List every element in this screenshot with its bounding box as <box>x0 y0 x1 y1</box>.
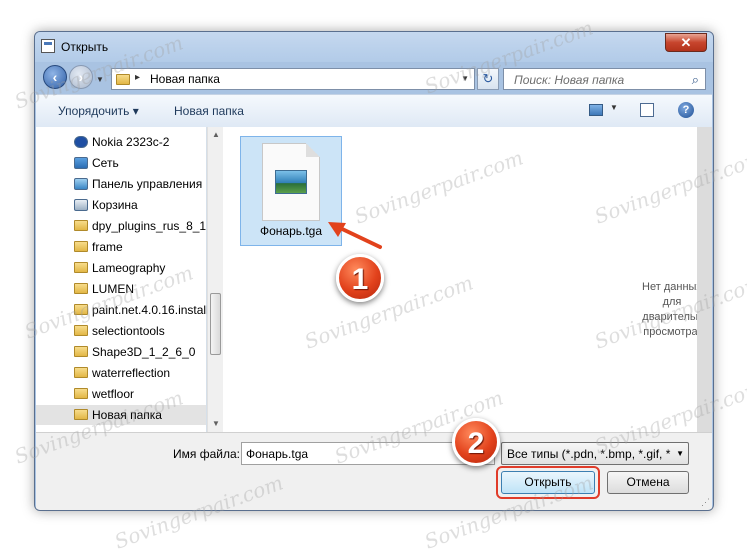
preview-pane-icon[interactable] <box>640 103 654 117</box>
nav-item-label: Панель управления <box>92 177 203 191</box>
address-dropdown-icon[interactable]: ▼ <box>461 74 469 83</box>
nav-item[interactable]: frame <box>36 237 206 257</box>
back-arrow-icon[interactable]: ‹ <box>43 65 67 89</box>
image-file-icon <box>262 143 320 221</box>
folder-icon <box>116 74 130 85</box>
step-badge-1: 1 <box>336 254 384 302</box>
nav-item[interactable]: selectiontools <box>36 321 206 341</box>
folder-icon <box>74 220 88 231</box>
folder-icon <box>74 262 88 273</box>
filename-value: Фонарь.tga <box>246 447 309 461</box>
cancel-button[interactable]: Отмена <box>607 471 689 494</box>
nav-item[interactable]: Nokia 2323c-2 <box>36 132 206 152</box>
scroll-up-arrow-icon[interactable]: ▲ <box>208 127 224 143</box>
navigation-pane: Nokia 2323c-2 Сеть Панель управления Корзин… <box>36 127 209 432</box>
file-type-select[interactable]: Все типы (*.pdn, *.bmp, *.gif, * ▼ <box>501 442 689 465</box>
filename-label: Имя файла: <box>173 447 240 461</box>
search-input[interactable]: Поиск: Новая папка ⌕ <box>503 68 706 90</box>
file-type-value: Все типы (*.pdn, *.bmp, *.gif, * <box>507 447 671 461</box>
folder-icon <box>74 241 88 252</box>
new-folder-button[interactable]: Новая папка <box>174 104 244 118</box>
network-icon <box>74 157 88 169</box>
folder-icon <box>74 346 88 357</box>
nav-item[interactable]: wetfloor <box>36 384 206 404</box>
folder-icon <box>74 325 88 336</box>
nav-item-label: dpy_plugins_rus_8_1 <box>92 219 207 233</box>
scroll-thumb[interactable] <box>210 293 221 355</box>
folder-icon <box>74 304 88 315</box>
help-icon[interactable]: ? <box>678 102 694 118</box>
folder-icon <box>74 409 88 420</box>
nav-item-label: frame <box>92 240 123 254</box>
nav-item-label: Shape3D_1_2_6_0 <box>92 345 196 359</box>
bluetooth-icon <box>74 136 88 148</box>
step-badge-2: 2 <box>452 418 500 466</box>
nav-item-label: waterreflection <box>92 366 171 380</box>
history-dropdown-icon[interactable]: ▼ <box>96 75 104 84</box>
file-type-dropdown-icon[interactable]: ▼ <box>676 449 684 458</box>
folder-icon <box>74 283 88 294</box>
image-preview-icon <box>275 170 307 194</box>
nav-item[interactable]: Панель управления <box>36 174 206 194</box>
scroll-down-arrow-icon[interactable]: ▼ <box>208 416 224 432</box>
nav-item[interactable]: LUMEN <box>36 279 206 299</box>
nav-item[interactable]: Shape3D_1_2_6_0 <box>36 342 206 362</box>
nav-item-label: Nokia 2323c-2 <box>92 135 170 149</box>
path-separator-icon[interactable]: ▸ <box>135 72 140 83</box>
recycle-bin-icon <box>74 199 88 211</box>
dialog-footer: Имя файла: Фонарь.tga Все типы (*.pdn, *… <box>36 432 712 510</box>
nav-item[interactable]: waterreflection <box>36 363 206 383</box>
nav-item[interactable]: dpy_plugins_rus_8_1 <box>36 216 206 236</box>
organize-menu-button[interactable]: Упорядочить ▾ <box>58 104 139 118</box>
nav-item[interactable]: Lameography <box>36 258 206 278</box>
title-bar[interactable]: Открыть ✕ <box>35 32 713 62</box>
preview-scrollbar[interactable] <box>697 127 712 432</box>
control-panel-icon <box>74 178 88 190</box>
nav-item-label: Новая папка <box>92 408 162 422</box>
app-icon <box>41 39 55 53</box>
close-button[interactable]: ✕ <box>665 33 707 52</box>
resize-grip-icon[interactable]: ⋰ <box>701 497 710 508</box>
breadcrumb-current-folder[interactable]: Новая папка <box>150 72 220 86</box>
folder-icon <box>74 367 88 378</box>
search-icon[interactable]: ⌕ <box>692 72 699 88</box>
open-button[interactable]: Открыть <box>501 471 595 494</box>
nav-item-label: wetfloor <box>92 387 135 401</box>
command-toolbar: Упорядочить ▾ Новая папка ▼ ? <box>36 94 712 128</box>
navigation-scrollbar[interactable]: ▲ ▼ <box>207 127 223 432</box>
annotation-arrow <box>328 222 382 249</box>
nav-item[interactable]: Корзина <box>36 195 206 215</box>
address-bar-row: ‹ › ▼ ▸ Новая папка ▼ ↻ Поиск: Новая пап… <box>35 62 713 94</box>
nav-item-label: LUMEN <box>92 282 135 296</box>
nav-item-label: paint.net.4.0.16.install <box>92 303 209 317</box>
folder-icon <box>74 388 88 399</box>
refresh-icon[interactable]: ↻ <box>477 68 499 90</box>
nav-item[interactable]: paint.net.4.0.16.install <box>36 300 209 320</box>
nav-item-label: Корзина <box>92 198 138 212</box>
window-title: Открыть <box>61 40 109 54</box>
nav-item[interactable]: Сеть <box>36 153 206 173</box>
change-view-icon[interactable] <box>589 104 603 116</box>
arrow-shaft <box>336 225 382 249</box>
nav-item-label: Сеть <box>92 156 119 170</box>
forward-arrow-icon[interactable]: › <box>69 65 93 89</box>
nav-item-label: selectiontools <box>92 324 165 338</box>
view-dropdown-icon[interactable]: ▼ <box>610 103 618 112</box>
nav-item[interactable]: Новая папка <box>36 405 206 425</box>
address-field[interactable]: ▸ Новая папка ▼ <box>111 68 475 90</box>
search-placeholder: Поиск: Новая папка <box>514 73 625 87</box>
nav-item-label: Lameography <box>92 261 166 275</box>
